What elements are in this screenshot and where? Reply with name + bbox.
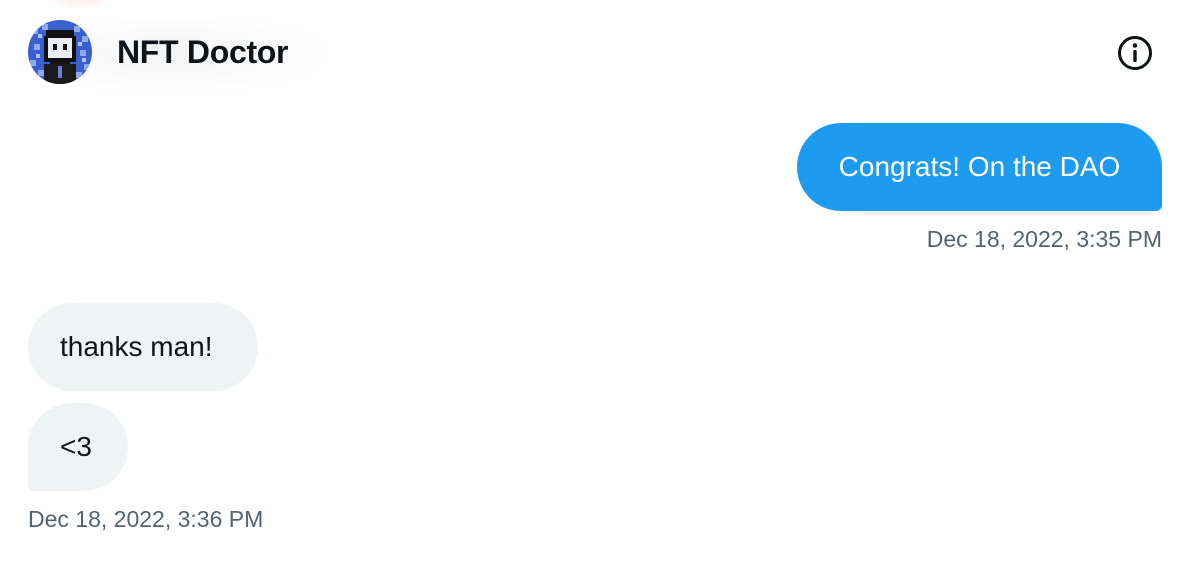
contact-avatar-icon[interactable] — [28, 20, 92, 84]
received-message-bubble[interactable]: <3 — [28, 403, 128, 491]
dm-conversation-view: NFT Doctor Congrats! On the DAO Dec 18, … — [0, 0, 1202, 574]
sent-message-timestamp: Dec 18, 2022, 3:35 PM — [926, 226, 1162, 252]
sent-message-bubble[interactable]: Congrats! On the DAO — [797, 123, 1162, 211]
received-message-timestamp: Dec 18, 2022, 3:36 PM — [28, 506, 264, 532]
info-circle-icon — [1118, 36, 1152, 70]
conversation-info-button[interactable] — [1116, 34, 1154, 72]
received-message-bubble[interactable]: thanks man! — [28, 303, 258, 391]
contact-name[interactable]: NFT Doctor — [117, 34, 289, 71]
pixel-art-avatar-icon — [28, 20, 92, 84]
decorative-glow — [40, 0, 120, 10]
